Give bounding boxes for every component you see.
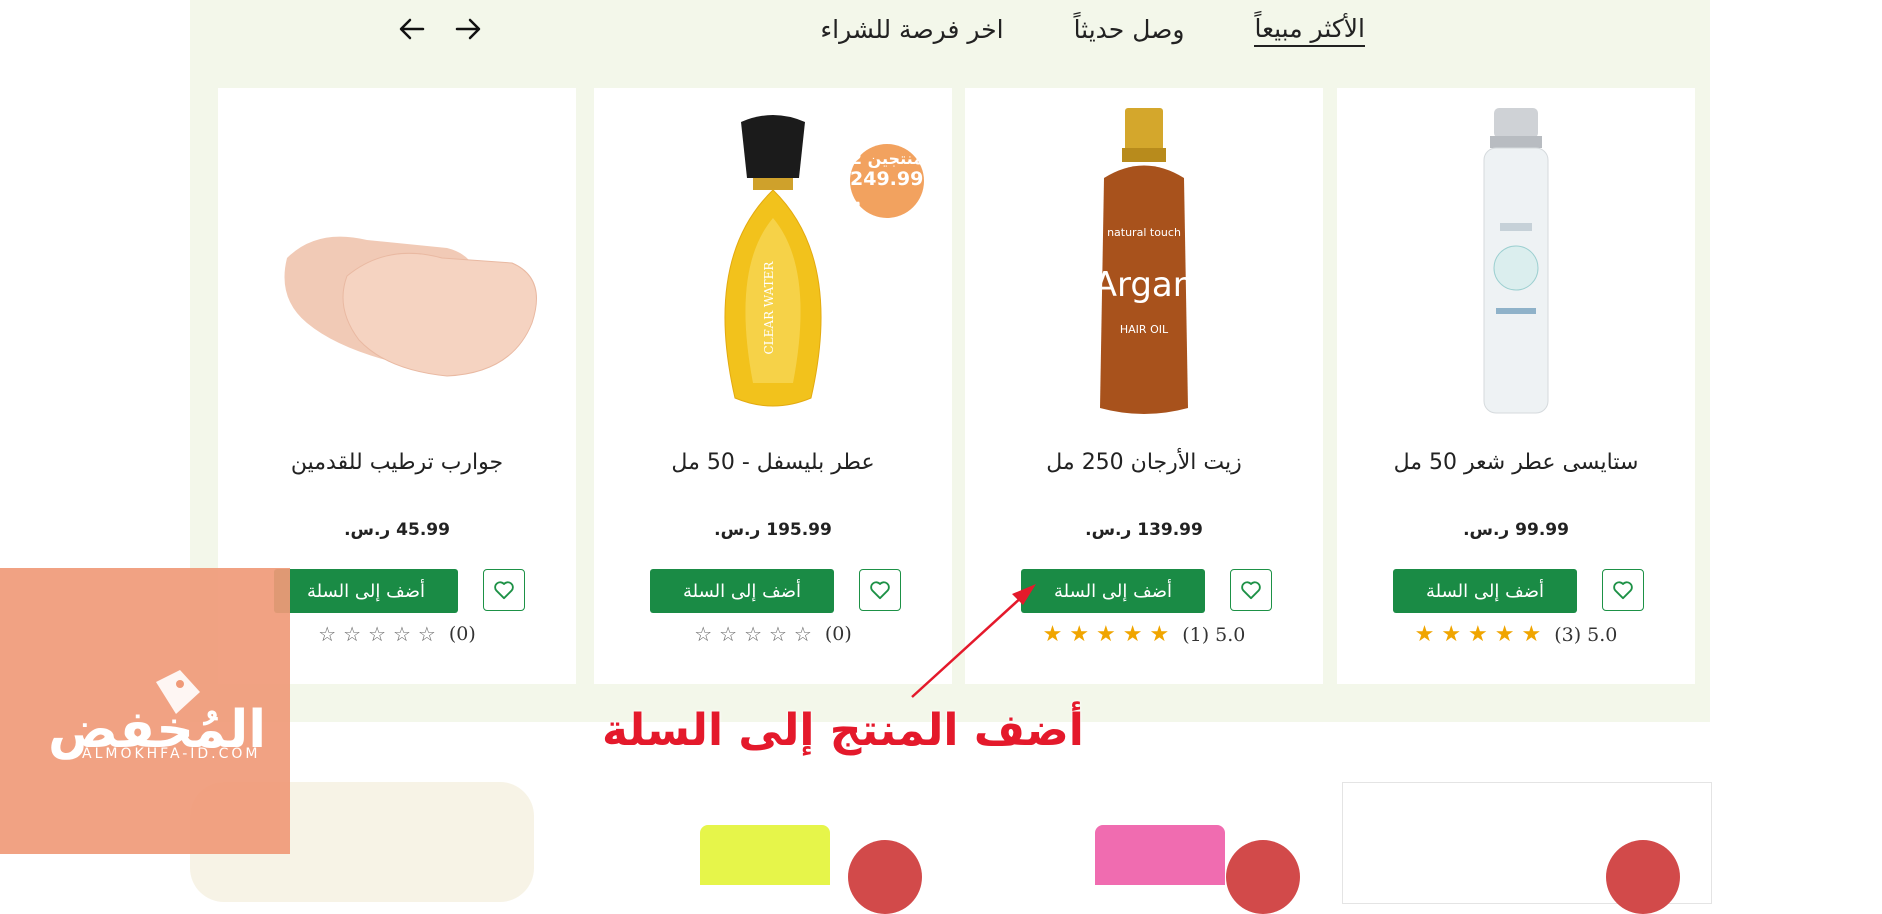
review-count: (0) <box>448 623 476 645</box>
tab-new-arrivals[interactable]: وصل حديثاً <box>1074 15 1185 46</box>
product-price: 45.99 ر.س. <box>344 520 450 540</box>
heart-icon <box>870 581 890 600</box>
review-count: (1) <box>1182 623 1210 646</box>
add-to-cart-button[interactable]: أضف إلى السلة <box>650 569 834 613</box>
star-rating-icon: ★★★★★ <box>1414 622 1549 647</box>
star-rating-icon: ★★★★★ <box>1042 622 1177 647</box>
product-tabs: الأكثر مبيعاً وصل حديثاً اخر فرصة للشراء <box>820 0 1365 60</box>
argan-oil-bottle-image: natural touch Argan HAIR OIL <box>1094 108 1195 414</box>
discount-badge <box>848 840 922 914</box>
bundle-offer-badge: 2 منتجين 249.99 ر <box>850 144 924 218</box>
product-label-text: Argan <box>1094 265 1195 305</box>
wishlist-button[interactable] <box>859 569 901 611</box>
product-name[interactable]: ستايسى عطر شعر 50 مل <box>1337 450 1695 475</box>
review-count: (0) <box>824 623 852 645</box>
arrow-right-icon <box>455 18 481 40</box>
product-thumbnail <box>1095 825 1225 885</box>
wishlist-button[interactable] <box>1230 569 1272 611</box>
carousel-arrows <box>395 12 485 46</box>
discount-badge <box>1606 840 1680 914</box>
watermark-site: ALMOKHFA-ID.COM <box>82 746 261 762</box>
product-price: 139.99 ر.س. <box>1085 520 1203 540</box>
annotation-callout: أضف المنتج إلى السلة <box>602 705 1084 756</box>
add-to-cart-button[interactable]: أضف إلى السلة <box>1393 569 1577 613</box>
product-label-text: natural touch <box>1107 226 1181 239</box>
review-count: (3) <box>1554 623 1582 646</box>
product-card[interactable]: ستايسى عطر شعر 50 مل 99.99 ر.س. أضف إلى … <box>1337 88 1695 684</box>
tab-best-sellers[interactable]: الأكثر مبيعاً <box>1254 14 1365 47</box>
moisturizing-socks-image <box>284 236 537 377</box>
discount-badge <box>1226 840 1300 914</box>
add-to-cart-button[interactable]: أضف إلى السلة <box>1021 569 1205 613</box>
carousel-next-button[interactable] <box>451 12 485 46</box>
heart-icon <box>1613 581 1633 600</box>
heart-icon <box>1241 581 1261 600</box>
product-name[interactable]: عطر بليسفل - 50 مل <box>594 450 952 475</box>
product-price: 99.99 ر.س. <box>1463 520 1569 540</box>
add-to-cart-button[interactable]: أضف إلى السلة <box>274 569 458 613</box>
rating-value: 5.0 <box>1587 623 1618 646</box>
empty-star-rating-icon: ☆☆☆☆☆ <box>318 622 443 646</box>
rating-value: 5.0 <box>1215 623 1246 646</box>
product-name[interactable]: جوارب ترطيب للقدمين <box>218 450 576 475</box>
arrow-left-icon <box>399 18 425 40</box>
product-rating: ☆☆☆☆☆ (0) <box>594 622 952 646</box>
product-thumbnail <box>700 825 830 885</box>
tab-last-chance[interactable]: اخر فرصة للشراء <box>820 15 1003 46</box>
heart-icon <box>494 581 514 600</box>
product-name[interactable]: زيت الأرجان 250 مل <box>965 450 1323 475</box>
product-label-text: CLEAR WATER <box>762 261 776 355</box>
hair-mist-bottle-image <box>1483 108 1549 414</box>
empty-star-rating-icon: ☆☆☆☆☆ <box>694 622 819 646</box>
product-label-text: HAIR OIL <box>1120 323 1169 336</box>
product-card[interactable]: natural touch Argan HAIR OIL زيت الأرجان… <box>965 88 1323 684</box>
product-card[interactable]: CLEAR WATER 2 منتجين 249.99 ر عطر بليسفل… <box>594 88 952 684</box>
wishlist-button[interactable] <box>483 569 525 611</box>
product-price: 195.99 ر.س. <box>714 520 832 540</box>
carousel-prev-button[interactable] <box>395 12 429 46</box>
wishlist-button[interactable] <box>1602 569 1644 611</box>
product-rating: ★★★★★ (1) 5.0 <box>965 622 1323 647</box>
product-rating: ★★★★★ (3) 5.0 <box>1337 622 1695 647</box>
